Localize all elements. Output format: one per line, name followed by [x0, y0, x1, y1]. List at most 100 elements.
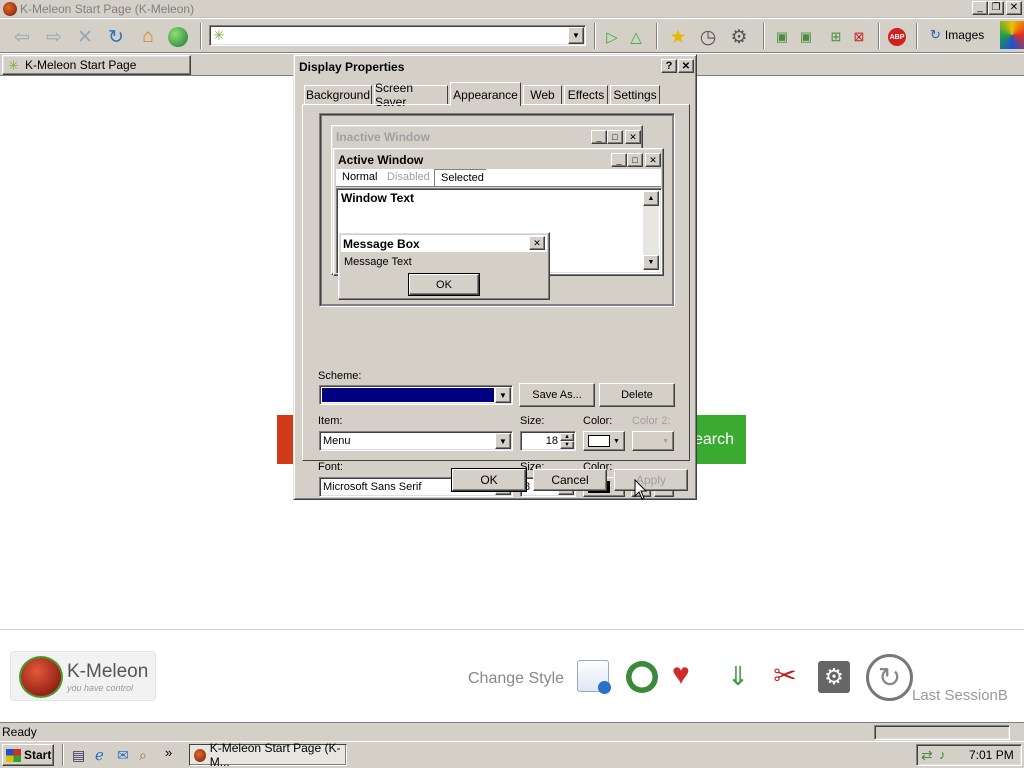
navigation-toolbar: ⇦ ⇨ ✕ ↻ ⌂ ✳ ▼ ▷ △ ★ ◷ ⚙ ▣ ▣ ⊞ ⊠ ABP ↻ Im…: [0, 19, 1024, 53]
tab-settings[interactable]: Settings: [610, 85, 660, 105]
toolbar-separator: [878, 23, 880, 49]
appearance-tab-panel: Inactive Window _ □ ✕ Active Window _ □ …: [302, 104, 690, 497]
tab-background[interactable]: Background: [304, 85, 372, 105]
color2-label: Color 2:: [632, 415, 671, 427]
inactive-minimize-icon: _: [591, 130, 607, 144]
quicklaunch-chevron-icon[interactable]: »: [165, 745, 172, 760]
help-button[interactable]: ?: [661, 59, 677, 73]
throbber-icon: [1000, 21, 1024, 49]
taskbar: Start ▤ ℯ ✉ ⌕ » K-Meleon Start Page (K-M…: [0, 741, 1024, 768]
preferences-gear-icon[interactable]: ⚙: [818, 661, 850, 693]
back-icon[interactable]: ⇦: [10, 25, 34, 49]
item-size-spinner[interactable]: 18 ▲ ▼: [520, 431, 576, 451]
taskbar-task-k-meleon[interactable]: K-Meleon Start Page (K-M...: [189, 741, 347, 768]
tab-effects[interactable]: Effects: [564, 85, 608, 105]
go-icon[interactable]: ▷: [600, 25, 624, 49]
item-color-button[interactable]: ▼: [583, 431, 625, 451]
size-down-icon[interactable]: ▼: [560, 441, 574, 449]
tools-icon[interactable]: ✂: [768, 659, 802, 693]
toolbar-separator: [656, 23, 658, 49]
internet-explorer-icon[interactable]: ℯ: [95, 746, 104, 764]
item-size-label: Size:: [520, 415, 545, 427]
restore-session-icon[interactable]: ↻: [866, 654, 913, 701]
message-box-text: Message Text: [344, 256, 412, 268]
scheme-dropdown-icon[interactable]: ▼: [495, 387, 511, 403]
bookmarks-star-icon[interactable]: ★: [666, 25, 690, 49]
search-button[interactable]: earch: [694, 415, 746, 464]
active-maximize-icon: □: [627, 153, 643, 167]
settings-gear-icon[interactable]: ⚙: [727, 25, 751, 49]
open-page-icon[interactable]: ▣: [794, 25, 818, 49]
tab-favicon-icon: ✳: [8, 58, 19, 73]
item-dropdown-icon[interactable]: ▼: [495, 433, 511, 449]
up-icon[interactable]: △: [624, 25, 648, 49]
active-window-title: Active Window: [338, 153, 424, 167]
restore-button[interactable]: ❐: [988, 1, 1004, 15]
item-select[interactable]: Menu ▼: [319, 431, 513, 451]
favorites-heart-icon[interactable]: ♥: [672, 659, 690, 691]
active-close-icon: ✕: [645, 153, 661, 167]
change-style-link[interactable]: Change Style: [468, 670, 564, 688]
tab-label: K-Meleon Start Page: [25, 58, 137, 72]
start-label: Start: [24, 748, 52, 762]
outlook-express-icon[interactable]: ✉: [117, 747, 129, 764]
k-meleon-logo[interactable]: K-Meleon you have control: [10, 651, 156, 701]
display-properties-dialog: Display Properties ? ✕ Background Screen…: [293, 54, 697, 500]
close-window-button[interactable]: ✕: [1006, 1, 1022, 15]
network-tray-icon[interactable]: ⇄: [921, 747, 933, 764]
k-meleon-app-icon: [3, 2, 17, 16]
item-color-label: Color:: [583, 415, 613, 427]
home-icon[interactable]: ⌂: [136, 25, 160, 49]
forward-icon[interactable]: ⇨: [42, 25, 66, 49]
scheme-select[interactable]: ▼: [319, 385, 513, 405]
show-desktop-icon[interactable]: ▤: [72, 747, 85, 764]
status-bar: Ready: [0, 722, 1024, 741]
message-box-title: Message Box: [343, 237, 420, 251]
tab-screen-saver[interactable]: Screen Saver: [374, 81, 448, 109]
url-dropdown-button[interactable]: ▼: [568, 27, 584, 44]
url-input[interactable]: ✳ ▼: [209, 25, 586, 46]
dialog-title: Display Properties: [299, 60, 405, 74]
new-window-icon[interactable]: [577, 660, 611, 694]
preview-scrollbar: ▲ ▼: [643, 191, 659, 270]
stop-icon[interactable]: ✕: [73, 25, 97, 49]
tab-appearance[interactable]: Appearance: [450, 82, 521, 106]
downloads-icon[interactable]: ⇓: [722, 660, 754, 692]
last-session-link[interactable]: Last SessionB: [912, 687, 1008, 704]
font-selected-value: Microsoft Sans Serif: [323, 481, 422, 493]
minimize-button[interactable]: _: [972, 1, 988, 15]
ok-button[interactable]: OK: [451, 468, 527, 492]
size-up-icon[interactable]: ▲: [560, 433, 574, 441]
history-icon[interactable]: [626, 661, 658, 693]
dialog-close-button[interactable]: ✕: [678, 59, 694, 73]
tab-k-meleon-start-page[interactable]: ✳ K-Meleon Start Page: [2, 55, 191, 75]
cancel-button[interactable]: Cancel: [533, 469, 607, 491]
apply-button[interactable]: Apply: [614, 469, 688, 491]
save-as-button[interactable]: Save As...: [519, 383, 595, 407]
tab-web[interactable]: Web: [523, 85, 562, 105]
adblock-icon[interactable]: ABP: [885, 25, 909, 49]
color2-button-disabled: ▼: [632, 431, 674, 451]
close-tab-icon[interactable]: ⊠: [847, 25, 871, 49]
new-tab-icon[interactable]: ⊞: [824, 25, 848, 49]
save-page-icon[interactable]: ▣: [770, 25, 794, 49]
delete-scheme-button[interactable]: Delete: [599, 383, 675, 407]
search-icon[interactable]: ⌕: [139, 747, 147, 764]
inactive-window-title: Inactive Window: [336, 130, 430, 144]
history-clock-icon[interactable]: ◷: [696, 25, 720, 49]
toolbar-separator: [594, 23, 596, 49]
scheme-selected-value: [322, 388, 494, 402]
item-label: Item:: [318, 415, 343, 427]
start-page-footer: K-Meleon you have control Change Style ♥…: [0, 629, 1024, 722]
mouse-cursor-icon: [634, 479, 648, 500]
message-box-ok-button: OK: [408, 273, 480, 296]
images-toggle-button[interactable]: ↻ Images: [930, 27, 984, 43]
globe-icon[interactable]: [166, 25, 190, 49]
preview-message-box: Message Box ✕ Message Text OK: [338, 232, 550, 300]
item-size-value: 18: [545, 435, 558, 447]
reload-icon[interactable]: ↻: [104, 25, 128, 49]
scroll-down-icon: ▼: [643, 255, 659, 270]
volume-tray-icon[interactable]: ♪: [939, 747, 946, 762]
start-button[interactable]: Start: [2, 744, 54, 766]
clock[interactable]: 7:01 PM: [969, 748, 1014, 762]
